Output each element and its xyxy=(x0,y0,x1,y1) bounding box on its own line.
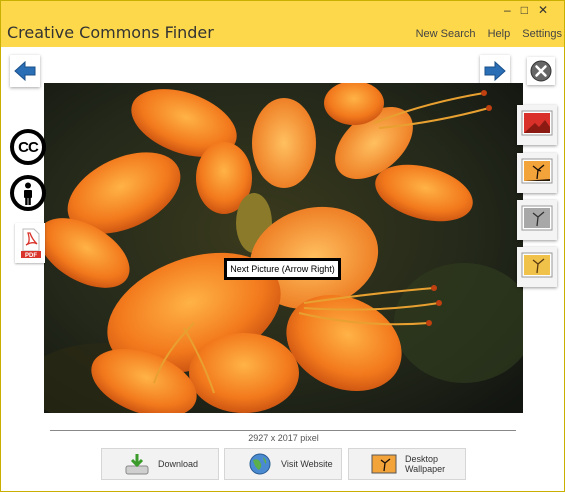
download-label: Download xyxy=(158,459,199,469)
person-glyph xyxy=(24,182,32,205)
close-window-button[interactable]: ✕ xyxy=(538,3,558,17)
visit-website-button[interactable]: Visit Website xyxy=(224,448,342,480)
main-photo[interactable] xyxy=(44,83,523,413)
thumbnail-red-tinted[interactable] xyxy=(517,105,557,145)
attribution-person-icon[interactable] xyxy=(10,175,46,211)
image-size-label: 2927 x 2017 pixel xyxy=(248,433,319,443)
yellow-photo-thumbnail-icon xyxy=(521,252,553,278)
creative-commons-icon[interactable]: CC xyxy=(10,129,46,165)
menu-settings[interactable]: Settings xyxy=(522,28,562,40)
pdf-label: PDF xyxy=(25,253,37,259)
previous-picture-button[interactable] xyxy=(10,55,40,87)
pdf-icon: PDF xyxy=(21,228,41,259)
download-button[interactable]: Download xyxy=(101,448,219,480)
divider xyxy=(50,430,516,431)
close-circle-icon xyxy=(530,60,552,82)
gray-photo-thumbnail-icon xyxy=(521,205,553,231)
tree-sunset-photo-thumbnail-icon xyxy=(521,158,553,184)
thumbnail-gray[interactable] xyxy=(517,200,557,240)
thumbnail-tree-sunset[interactable] xyxy=(517,153,557,193)
menu-new-search[interactable]: New Search xyxy=(416,28,476,40)
menu-help[interactable]: Help xyxy=(488,28,511,40)
title-bar: Creative Commons Finder –□✕ New Search H… xyxy=(1,1,564,47)
maximize-button[interactable]: □ xyxy=(521,3,538,17)
red-tinted-photo-thumbnail-icon xyxy=(521,110,553,136)
wallpaper-icon xyxy=(371,454,397,474)
tooltip-next-picture: Next Picture (Arrow Right) xyxy=(224,258,341,280)
minimize-button[interactable]: – xyxy=(504,3,521,17)
pdf-export-button[interactable]: PDF xyxy=(15,223,45,263)
globe-icon xyxy=(249,453,271,475)
arrow-left-icon xyxy=(14,60,36,82)
app-window: Creative Commons Finder –□✕ New Search H… xyxy=(0,0,565,492)
app-title: Creative Commons Finder xyxy=(7,23,214,42)
visit-website-label: Visit Website xyxy=(281,459,333,469)
download-icon xyxy=(125,454,149,475)
desktop-wallpaper-label: Desktop Wallpaper xyxy=(405,454,446,474)
azalea-flower-photo xyxy=(44,83,523,413)
window-controls: –□✕ xyxy=(504,3,558,17)
desktop-wallpaper-button[interactable]: Desktop Wallpaper xyxy=(348,448,466,480)
thumbnail-yellow[interactable] xyxy=(517,247,557,287)
top-menu: New Search Help Settings xyxy=(407,28,562,40)
close-viewer-button[interactable] xyxy=(527,57,555,85)
